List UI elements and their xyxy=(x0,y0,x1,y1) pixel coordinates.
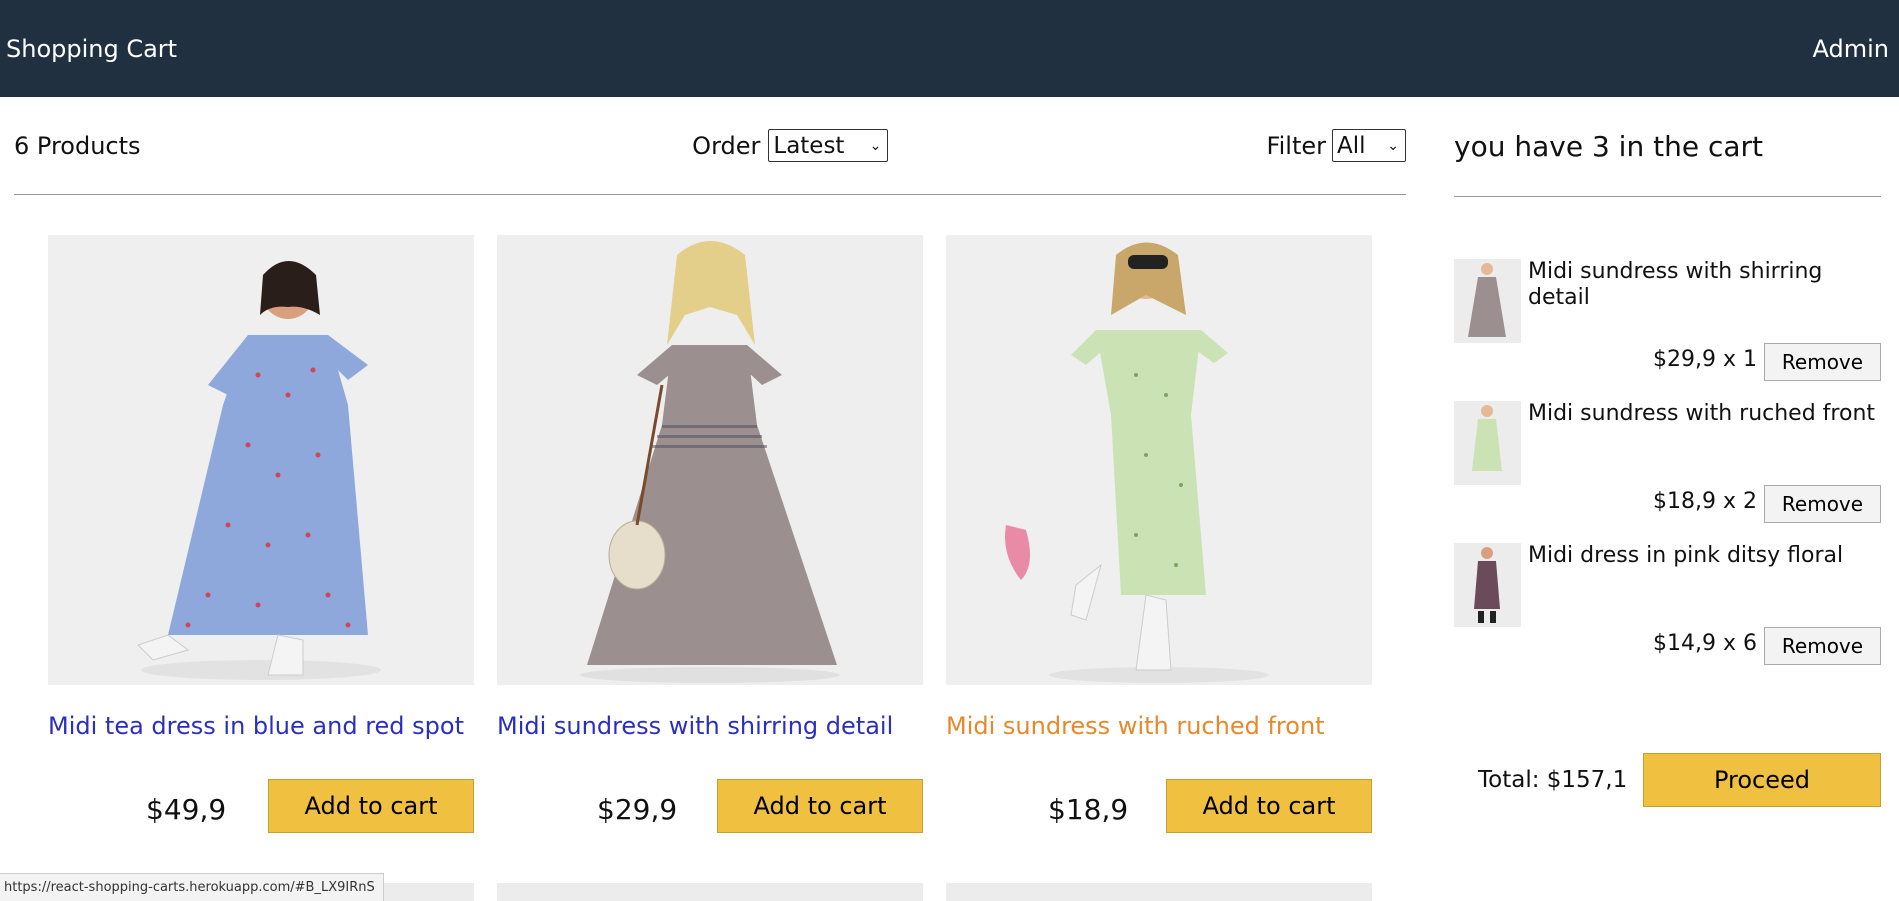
main-content: 6 Products Order Latest ⌄ Filter All ⌄ M… xyxy=(14,97,1406,833)
cart-item-thumbnail xyxy=(1454,543,1521,627)
product-image-partial[interactable] xyxy=(946,883,1372,901)
browser-status-url: https://react-shopping-carts.herokuapp.c… xyxy=(0,873,384,901)
chevron-down-icon: ⌄ xyxy=(869,137,882,154)
product-card: Midi sundress with shirring detail $29,9… xyxy=(497,235,923,835)
product-price: $49,9 xyxy=(146,793,227,826)
cart-total: Total: $157,1 xyxy=(1478,767,1628,793)
product-image-partial[interactable] xyxy=(497,883,923,901)
cart-item: Midi sundress with shirring detail $29,9… xyxy=(1454,259,1881,401)
dress-thumb-illustration xyxy=(1454,259,1521,343)
product-title-link[interactable]: Midi sundress with ruched front xyxy=(946,712,1325,740)
cart-heading: you have 3 in the cart xyxy=(1454,97,1881,197)
cart-items: Midi sundress with shirring detail $29,9… xyxy=(1454,259,1881,685)
product-grid: Midi tea dress in blue and red spot $49,… xyxy=(48,235,1372,835)
product-title-link[interactable]: Midi sundress with shirring detail xyxy=(497,712,893,740)
product-count: 6 Products xyxy=(14,131,141,160)
product-card: Midi tea dress in blue and red spot $49,… xyxy=(48,235,474,835)
cart-item: Midi sundress with ruched front $18,9 x … xyxy=(1454,401,1881,543)
product-image[interactable] xyxy=(497,235,923,685)
top-header: Shopping Cart Admin xyxy=(0,0,1899,97)
cart-item-price-qty: $14,9 x 6 xyxy=(1653,631,1757,656)
dress-photo-illustration xyxy=(946,235,1372,685)
cart-item-name: Midi sundress with shirring detail xyxy=(1528,259,1823,310)
cart-item-price-qty: $18,9 x 2 xyxy=(1653,489,1757,514)
filter-label: Filter xyxy=(1266,131,1326,160)
dress-thumb-illustration xyxy=(1454,543,1521,627)
add-to-cart-button[interactable]: Add to cart xyxy=(1166,779,1372,833)
product-price: $18,9 xyxy=(1048,793,1129,826)
cart-item-name: Midi dress in pink ditsy floral xyxy=(1528,543,1844,568)
dress-thumb-illustration xyxy=(1454,401,1521,485)
product-price: $29,9 xyxy=(597,793,678,826)
order-selected-value: Latest xyxy=(773,132,845,159)
add-to-cart-button[interactable]: Add to cart xyxy=(717,779,923,833)
product-image[interactable] xyxy=(48,235,474,685)
cart-item-name: Midi sundress with ruched front xyxy=(1528,401,1876,426)
cart-panel: you have 3 in the cart Midi sundress wit… xyxy=(1454,97,1881,807)
product-card: Midi sundress with ruched front $18,9 Ad… xyxy=(946,235,1372,835)
filter-control: Filter All ⌄ xyxy=(1267,129,1406,162)
cart-item: Midi dress in pink ditsy floral $14,9 x … xyxy=(1454,543,1881,685)
filter-bar: 6 Products Order Latest ⌄ Filter All ⌄ xyxy=(14,97,1406,195)
proceed-button[interactable]: Proceed xyxy=(1643,753,1881,807)
order-control: Order Latest ⌄ xyxy=(692,129,889,162)
product-title-link[interactable]: Midi tea dress in blue and red spot xyxy=(48,712,464,740)
cart-item-thumbnail xyxy=(1454,401,1521,485)
filter-select[interactable]: All ⌄ xyxy=(1331,129,1406,162)
cart-total-row: Total: $157,1 Proceed xyxy=(1454,753,1881,809)
order-select[interactable]: Latest ⌄ xyxy=(768,129,889,162)
add-to-cart-button[interactable]: Add to cart xyxy=(268,779,474,833)
brand-link[interactable]: Shopping Cart xyxy=(6,35,177,63)
admin-link[interactable]: Admin xyxy=(1813,35,1890,63)
dress-photo-illustration xyxy=(497,235,923,685)
remove-button[interactable]: Remove xyxy=(1764,627,1881,665)
dress-photo-illustration xyxy=(48,235,474,685)
cart-item-thumbnail xyxy=(1454,259,1521,343)
remove-button[interactable]: Remove xyxy=(1764,343,1881,381)
remove-button[interactable]: Remove xyxy=(1764,485,1881,523)
filter-selected-value: All xyxy=(1336,132,1366,159)
cart-item-price-qty: $29,9 x 1 xyxy=(1653,347,1757,372)
chevron-down-icon: ⌄ xyxy=(1387,137,1399,154)
order-label: Order xyxy=(692,131,761,160)
product-image[interactable] xyxy=(946,235,1372,685)
